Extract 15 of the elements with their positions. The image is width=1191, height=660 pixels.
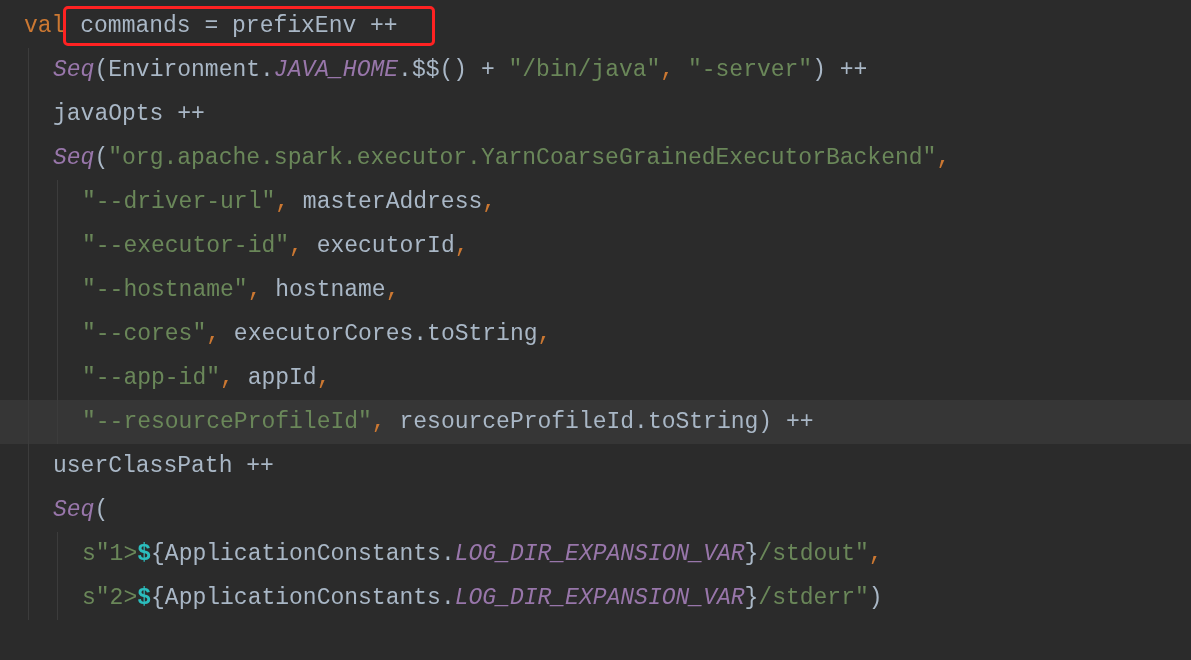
code-line: Seq(	[53, 496, 109, 525]
code-line: javaOpts ++	[53, 100, 205, 129]
code-line: userClassPath ++	[53, 452, 274, 481]
code-line: "--hostname", hostname,	[82, 276, 400, 305]
code-line: "--driver-url", masterAddress,	[82, 188, 497, 217]
code-line: "--cores", executorCores.toString,	[82, 320, 552, 349]
code-line: "--resourceProfileId", resourceProfileId.toString) ++	[82, 408, 814, 437]
code-line: Seq(Environment.JAVA_HOME.$$() + "/bin/java", "-server") ++	[53, 56, 868, 85]
code-line: s"1>${ApplicationConstants.LOG_DIR_EXPANSION_VAR}/stdout",	[82, 540, 883, 569]
code-line: "--app-id", appId,	[82, 364, 331, 393]
highlighted-code: commands = prefixEnv ++	[63, 6, 435, 46]
code-line: s"2>${ApplicationConstants.LOG_DIR_EXPANSION_VAR}/stderr")	[82, 584, 883, 613]
code-text: val	[24, 12, 66, 41]
code-line: Seq("org.apache.spark.executor.YarnCoarseGrainedExecutorBackend",	[53, 144, 951, 173]
code-line: "--executor-id", executorId,	[82, 232, 469, 261]
